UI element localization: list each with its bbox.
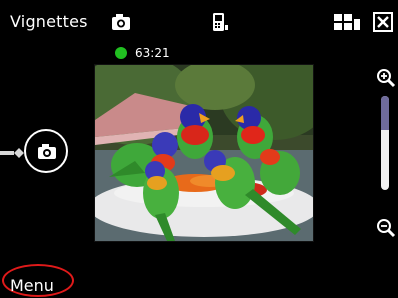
zoom-in-icon[interactable] — [376, 68, 396, 88]
capture-button[interactable] — [24, 129, 68, 173]
elapsed-time: 63:21 — [135, 46, 170, 60]
close-icon[interactable] — [372, 11, 394, 33]
status-indicator — [115, 47, 127, 59]
camera-icon — [38, 144, 56, 159]
app-title: Vignettes — [10, 12, 88, 31]
menu-softkey[interactable]: Menu — [10, 276, 54, 295]
zoom-slider[interactable] — [381, 96, 389, 190]
status-row: 63:21 — [115, 45, 170, 61]
capture-pointer-arrow — [0, 148, 22, 158]
tile-view-icon[interactable] — [332, 11, 362, 33]
camera-icon[interactable] — [110, 11, 132, 33]
parrots-photo[interactable] — [94, 64, 314, 242]
title-bar: Vignettes — [0, 0, 398, 42]
app-screen: Vignettes 63:21 Menu — [0, 0, 398, 298]
zoom-slider-fill — [381, 96, 389, 130]
zoom-out-icon[interactable] — [376, 218, 396, 238]
phone-icon[interactable] — [208, 11, 230, 33]
